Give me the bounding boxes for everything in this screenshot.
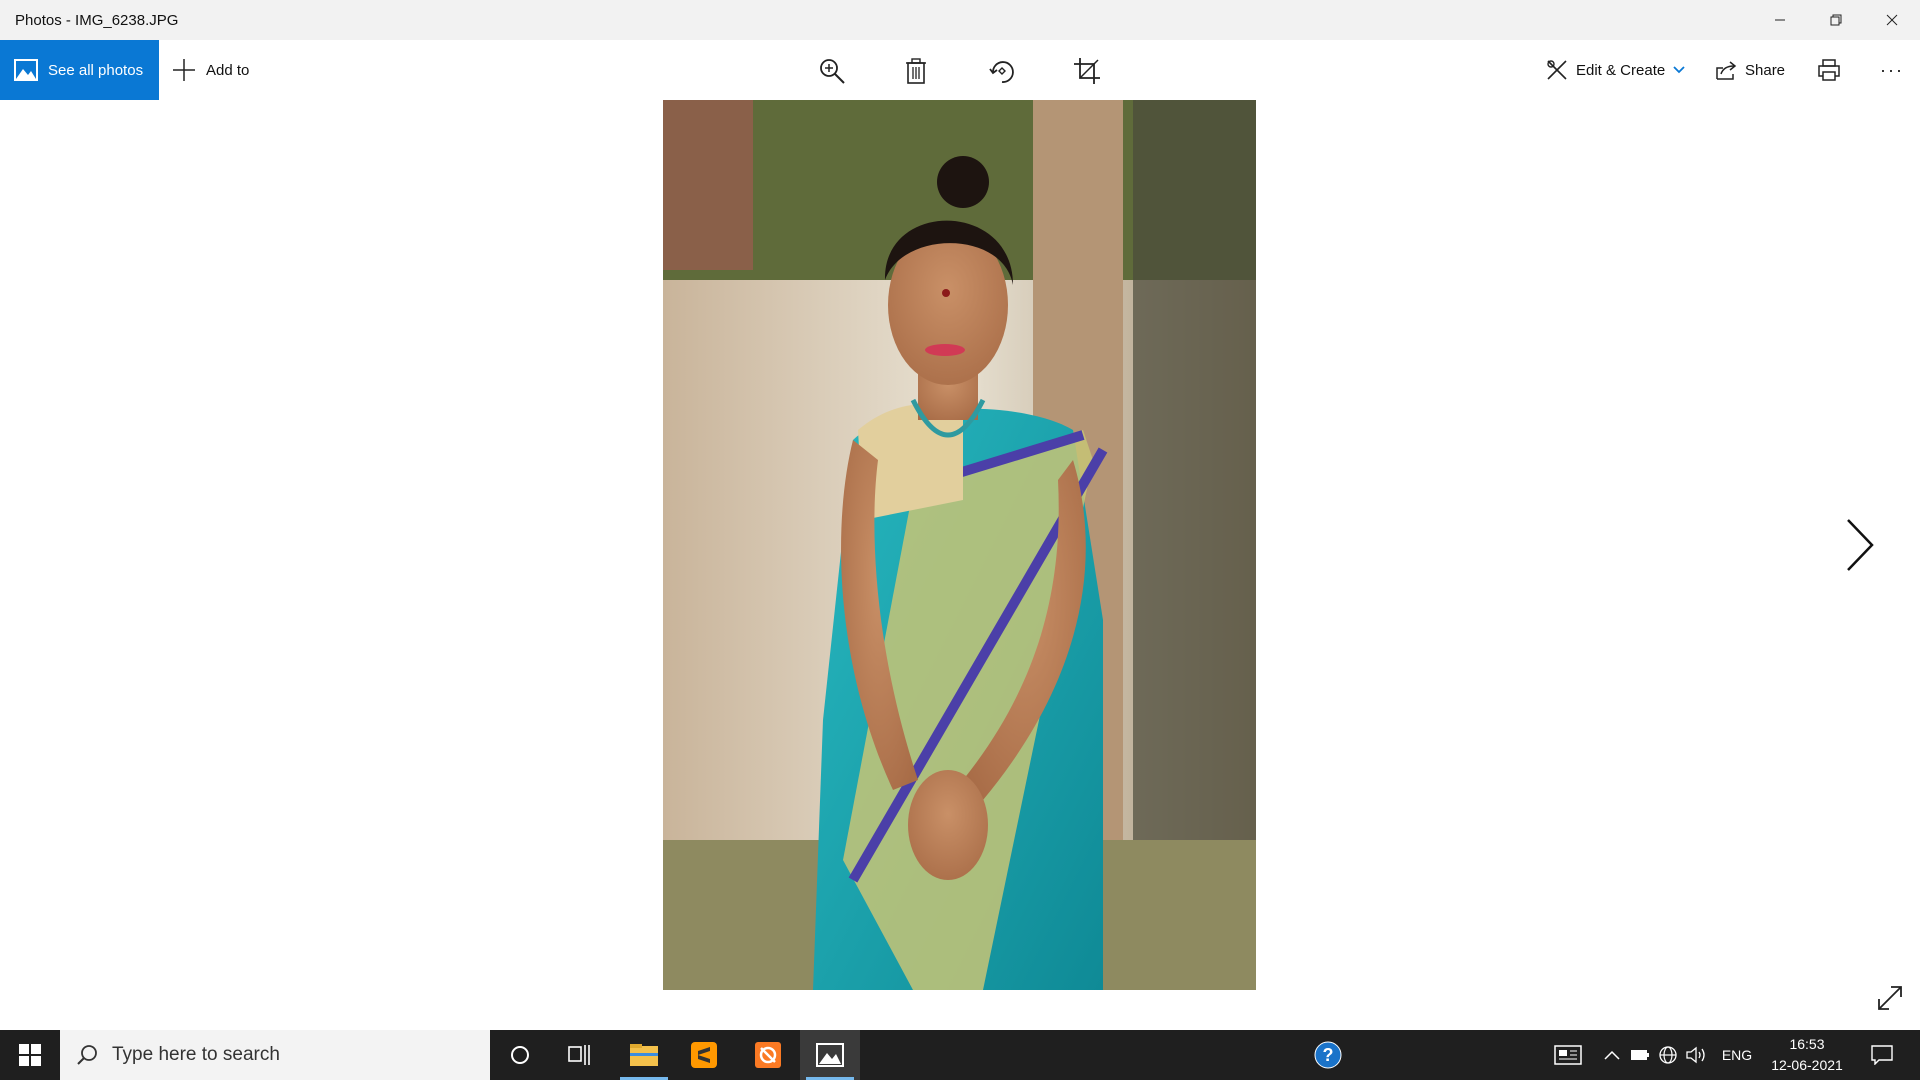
clock-date: 12-06-2021 xyxy=(1771,1057,1843,1073)
news-tray-button[interactable] xyxy=(1550,1030,1586,1080)
svg-text:?: ? xyxy=(1323,1045,1334,1065)
print-icon xyxy=(1818,59,1840,81)
taskbar: Type here to search ? ENG 16:53 12-06-20… xyxy=(0,1030,1920,1080)
more-options-label: ··· xyxy=(1880,59,1904,80)
language-label: ENG xyxy=(1721,1047,1753,1063)
trash-icon xyxy=(906,58,926,84)
windows-logo-icon xyxy=(19,1044,41,1066)
clock-time: 16:53 xyxy=(1789,1036,1825,1052)
input-language-button[interactable]: ENG xyxy=(1716,1030,1758,1080)
edit-create-icon xyxy=(1547,60,1567,80)
more-options-button[interactable]: ··· xyxy=(1880,40,1904,100)
chevron-up-icon xyxy=(1604,1050,1620,1060)
minimize-icon xyxy=(1775,19,1785,21)
speaker-icon xyxy=(1686,1046,1705,1064)
taskbar-search-box[interactable]: Type here to search xyxy=(60,1030,490,1080)
task-view-button[interactable] xyxy=(550,1030,610,1080)
xampp-icon xyxy=(755,1042,781,1068)
minimize-button[interactable] xyxy=(1752,0,1808,40)
task-view-icon xyxy=(568,1045,590,1065)
chevron-right-icon xyxy=(1847,519,1874,571)
window-controls xyxy=(1752,0,1920,40)
zoom-button[interactable] xyxy=(815,54,849,88)
help-button[interactable]: ? xyxy=(1298,1030,1358,1080)
battery-icon xyxy=(1631,1050,1649,1060)
photos-icon xyxy=(14,59,38,81)
crop-button[interactable] xyxy=(1070,54,1104,88)
rotate-button[interactable] xyxy=(985,54,1019,88)
notification-icon xyxy=(1871,1045,1893,1065)
search-icon xyxy=(77,1045,97,1065)
window-title: Photos - IMG_6238.JPG xyxy=(15,11,179,29)
sublime-text-button[interactable] xyxy=(674,1030,734,1080)
full-screen-button[interactable] xyxy=(1876,984,1904,1012)
crop-icon xyxy=(1074,58,1100,84)
edit-create-button[interactable]: Edit & Create xyxy=(1546,40,1685,100)
news-icon xyxy=(1554,1045,1582,1065)
file-explorer-button[interactable] xyxy=(614,1030,674,1080)
globe-icon xyxy=(1659,1046,1677,1064)
share-button[interactable]: Share xyxy=(1715,40,1785,100)
see-all-photos-label: See all photos xyxy=(48,61,144,79)
print-button[interactable] xyxy=(1818,40,1840,100)
expand-icon xyxy=(1878,986,1902,1010)
show-hidden-icons-button[interactable] xyxy=(1600,1030,1624,1080)
battery-button[interactable] xyxy=(1628,1030,1652,1080)
title-bar: Photos - IMG_6238.JPG xyxy=(0,0,1920,40)
restore-icon xyxy=(1830,14,1842,26)
add-to-button[interactable]: Add to xyxy=(172,40,249,100)
share-icon xyxy=(1716,61,1737,80)
see-all-photos-button[interactable]: See all photos xyxy=(0,40,159,100)
edit-create-label: Edit & Create xyxy=(1576,61,1666,79)
photos-app-button[interactable] xyxy=(800,1030,860,1080)
next-photo-button[interactable] xyxy=(1840,515,1880,575)
help-icon: ? xyxy=(1314,1041,1342,1069)
start-button[interactable] xyxy=(0,1030,60,1080)
photos-app-icon xyxy=(816,1043,844,1067)
share-label: Share xyxy=(1745,61,1786,79)
clock-button[interactable]: 16:53 12-06-2021 xyxy=(1762,1034,1852,1076)
xampp-button[interactable] xyxy=(738,1030,798,1080)
add-to-label: Add to xyxy=(206,61,250,79)
cortana-circle-icon xyxy=(511,1046,529,1064)
restore-button[interactable] xyxy=(1808,0,1864,40)
search-placeholder: Type here to search xyxy=(112,1044,280,1065)
toolbar: See all photos Add to Edit & Create Shar… xyxy=(0,40,1920,100)
action-center-button[interactable] xyxy=(1864,1030,1900,1080)
close-button[interactable] xyxy=(1864,0,1920,40)
rotate-icon xyxy=(989,61,1014,83)
cortana-button[interactable] xyxy=(490,1030,550,1080)
photo-canvas xyxy=(663,100,1256,990)
delete-button[interactable] xyxy=(899,54,933,88)
close-icon xyxy=(1886,14,1898,26)
folder-icon xyxy=(630,1044,658,1066)
zoom-in-icon xyxy=(820,59,845,84)
chevron-down-icon xyxy=(1673,66,1685,74)
network-button[interactable] xyxy=(1656,1030,1680,1080)
sublime-text-icon xyxy=(691,1042,717,1068)
photo-viewer-image xyxy=(663,100,1256,990)
plus-icon xyxy=(173,59,195,81)
volume-button[interactable] xyxy=(1684,1030,1710,1080)
